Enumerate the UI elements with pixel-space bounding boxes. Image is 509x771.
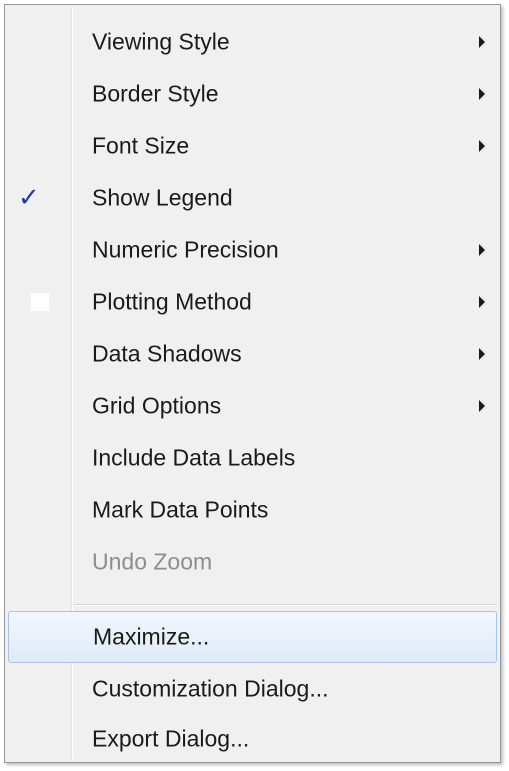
menu-item-label: Grid Options	[92, 392, 222, 419]
menu-item-label: Undo Zoom	[92, 548, 213, 575]
menu-item-label: Font Size	[92, 132, 190, 159]
submenu-arrow-icon	[479, 140, 485, 152]
submenu-arrow-icon	[479, 88, 485, 100]
blank-icon	[31, 293, 49, 311]
menu-item-maximize[interactable]: Maximize...	[8, 611, 497, 663]
menu-item-numeric-precision[interactable]: Numeric Precision	[8, 224, 497, 276]
menu-item-label: Customization Dialog...	[92, 675, 329, 702]
menu-separator	[74, 604, 497, 606]
submenu-arrow-icon	[479, 244, 485, 256]
menu-item-viewing-style[interactable]: Viewing Style	[8, 16, 497, 68]
menu-item-grid-options[interactable]: Grid Options	[8, 380, 497, 432]
menu-item-font-size[interactable]: Font Size	[8, 120, 497, 172]
menu-item-border-style[interactable]: Border Style	[8, 68, 497, 120]
checkmark-icon: ✓	[18, 183, 40, 213]
menu-item-customization-dialog[interactable]: Customization Dialog...	[8, 663, 497, 715]
menu-item-label: Export Dialog...	[92, 725, 250, 752]
menu-item-include-data-labels[interactable]: Include Data Labels	[8, 432, 497, 484]
menu-item-label: Data Shadows	[92, 340, 242, 367]
menu-item-undo-zoom[interactable]: Undo Zoom	[8, 536, 497, 588]
submenu-arrow-icon	[479, 400, 485, 412]
menu-item-label: Plotting Method	[92, 288, 252, 315]
menu-item-show-legend[interactable]: ✓ Show Legend	[8, 172, 497, 224]
menu-item-label: Include Data Labels	[92, 444, 296, 471]
menu-item-label: Maximize...	[93, 623, 210, 650]
menu-item-label: Numeric Precision	[92, 236, 279, 263]
menu-item-export-dialog[interactable]: Export Dialog...	[8, 713, 497, 765]
submenu-arrow-icon	[479, 296, 485, 308]
submenu-arrow-icon	[479, 348, 485, 360]
context-menu: Viewing Style Border Style Font Size ✓ S…	[4, 4, 501, 763]
submenu-arrow-icon	[479, 36, 485, 48]
menu-item-label: Show Legend	[92, 184, 233, 211]
menu-item-mark-data-points[interactable]: Mark Data Points	[8, 484, 497, 536]
menu-item-label: Mark Data Points	[92, 496, 269, 523]
menu-item-plotting-method[interactable]: Plotting Method	[8, 276, 497, 328]
menu-item-data-shadows[interactable]: Data Shadows	[8, 328, 497, 380]
menu-item-label: Viewing Style	[92, 28, 230, 55]
menu-item-label: Border Style	[92, 80, 219, 107]
